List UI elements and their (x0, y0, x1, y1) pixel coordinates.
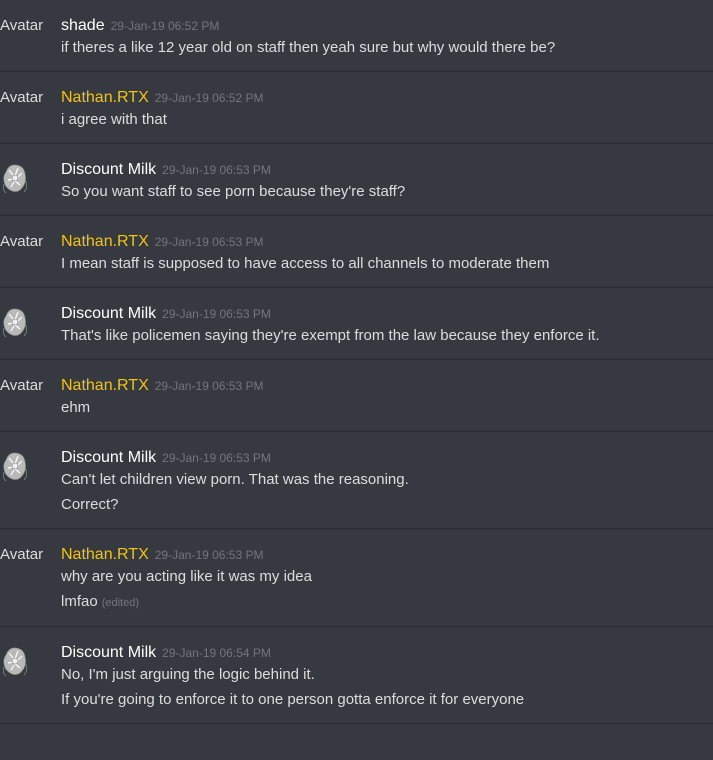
message-body: So you want staff to see porn because th… (0, 182, 713, 202)
message-line: if theres a like 12 year old on staff th… (61, 38, 713, 58)
chat-message: Discount Milk 29-Jan-19 06:53 PM That's l… (0, 288, 713, 360)
message-line: I mean staff is supposed to have access … (61, 254, 713, 274)
message-line: i agree with that (61, 110, 713, 130)
author-name[interactable]: Nathan.RTX (61, 377, 149, 394)
message-timestamp: 29-Jan-19 06:52 PM (110, 19, 220, 33)
message-line: lmfao (edited) (61, 592, 713, 613)
message-text: If you're going to enforce it to one per… (61, 691, 525, 708)
message-line: ehm (61, 398, 713, 418)
avatar-placeholder-text: Avatar (0, 546, 44, 563)
avatar-placeholder-text: Avatar (0, 233, 44, 250)
chat-message: Avatar Nathan.RTX 29-Jan-19 06:52 PM i ag… (0, 72, 713, 144)
message-body: ehm (0, 398, 713, 418)
message-header: Nathan.RTX 29-Jan-19 06:53 PM (61, 376, 713, 396)
chat-message: Avatar Nathan.RTX 29-Jan-19 06:53 PM why … (0, 529, 713, 627)
chat-message: Avatar Nathan.RTX 29-Jan-19 06:53 PM ehm (0, 360, 713, 432)
chat-message: Discount Milk 29-Jan-19 06:53 PM Can't le… (0, 432, 713, 529)
message-line: Correct? (61, 495, 713, 515)
author-name[interactable]: Nathan.RTX (61, 89, 149, 106)
avatar-placeholder-text: Avatar (0, 89, 44, 106)
message-line: So you want staff to see porn because th… (61, 182, 713, 202)
message-text: I mean staff is supposed to have access … (61, 255, 550, 272)
edited-marker: (edited) (101, 597, 139, 609)
message-timestamp: 29-Jan-19 06:54 PM (162, 646, 271, 660)
avatar-icon[interactable] (0, 304, 30, 342)
message-line: If you're going to enforce it to one per… (61, 690, 713, 710)
author-name[interactable]: Discount Milk (61, 161, 156, 178)
message-text: if theres a like 12 year old on staff th… (61, 39, 556, 56)
message-body: That's like policemen saying they're exe… (0, 326, 713, 346)
message-header: Discount Milk 29-Jan-19 06:53 PM (61, 448, 713, 468)
chat-message: Discount Milk 29-Jan-19 06:53 PM So you w… (0, 144, 713, 216)
avatar-icon[interactable] (0, 643, 30, 681)
message-timestamp: 29-Jan-19 06:53 PM (162, 451, 271, 465)
author-name[interactable]: Discount Milk (61, 305, 156, 322)
author-name[interactable]: Discount Milk (61, 449, 156, 466)
message-text: Correct? (61, 496, 119, 513)
message-body: No, I'm just arguing the logic behind it… (0, 665, 713, 710)
author-name[interactable]: shade (61, 17, 105, 34)
message-body: if theres a like 12 year old on staff th… (0, 38, 713, 58)
message-text: ehm (61, 399, 91, 416)
avatar-icon[interactable] (0, 448, 30, 486)
message-timestamp: 29-Jan-19 06:53 PM (154, 235, 264, 249)
message-text: Can't let children view porn. That was t… (61, 471, 409, 488)
message-body: Can't let children view porn. That was t… (0, 470, 713, 515)
author-name[interactable]: Nathan.RTX (61, 546, 149, 563)
message-body: I mean staff is supposed to have access … (0, 254, 713, 274)
message-line: That's like policemen saying they're exe… (61, 326, 713, 346)
message-header: Nathan.RTX 29-Jan-19 06:52 PM (61, 88, 713, 108)
avatar-placeholder-text: Avatar (0, 17, 44, 34)
message-text: i agree with that (61, 111, 167, 128)
message-text: So you want staff to see porn because th… (61, 183, 406, 200)
avatar-icon[interactable] (0, 160, 30, 198)
message-header: Discount Milk 29-Jan-19 06:54 PM (61, 643, 713, 663)
message-text: why are you acting like it was my idea (61, 568, 312, 585)
message-text: That's like policemen saying they're exe… (61, 327, 600, 344)
message-timestamp: 29-Jan-19 06:53 PM (154, 379, 264, 393)
message-header: Nathan.RTX 29-Jan-19 06:53 PM (61, 545, 713, 565)
message-timestamp: 29-Jan-19 06:53 PM (154, 548, 264, 562)
message-timestamp: 29-Jan-19 06:53 PM (162, 307, 271, 321)
message-header: shade 29-Jan-19 06:52 PM (61, 16, 713, 36)
chat-log: Avatar shade 29-Jan-19 06:52 PM if theres… (0, 0, 713, 724)
chat-message: Avatar shade 29-Jan-19 06:52 PM if theres… (0, 0, 713, 72)
message-line: Can't let children view porn. That was t… (61, 470, 713, 490)
author-name[interactable]: Nathan.RTX (61, 233, 149, 250)
author-name[interactable]: Discount Milk (61, 644, 156, 661)
avatar-placeholder-text: Avatar (0, 377, 44, 394)
message-header: Discount Milk 29-Jan-19 06:53 PM (61, 160, 713, 180)
message-text: No, I'm just arguing the logic behind it… (61, 666, 315, 683)
message-line: No, I'm just arguing the logic behind it… (61, 665, 713, 685)
message-line: why are you acting like it was my idea (61, 567, 713, 587)
message-header: Discount Milk 29-Jan-19 06:53 PM (61, 304, 713, 324)
message-header: Nathan.RTX 29-Jan-19 06:53 PM (61, 232, 713, 252)
message-body: i agree with that (0, 110, 713, 130)
chat-message: Avatar Nathan.RTX 29-Jan-19 06:53 PM I me… (0, 216, 713, 288)
chat-message: Discount Milk 29-Jan-19 06:54 PM No, I'm … (0, 627, 713, 724)
message-timestamp: 29-Jan-19 06:53 PM (162, 163, 271, 177)
message-timestamp: 29-Jan-19 06:52 PM (154, 91, 264, 105)
message-text: lmfao (61, 593, 98, 610)
message-body: why are you acting like it was my idea lm… (0, 567, 713, 613)
